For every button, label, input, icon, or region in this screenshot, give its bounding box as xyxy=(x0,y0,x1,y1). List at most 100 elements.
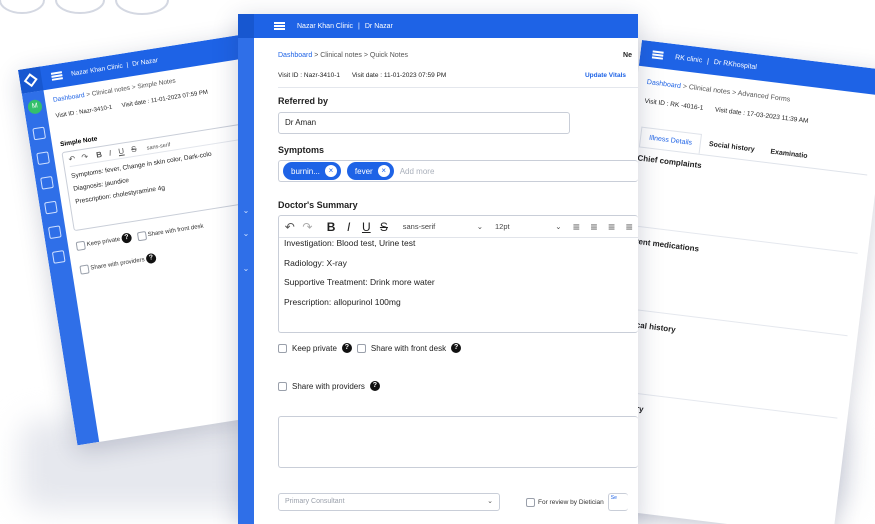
italic-button[interactable]: I xyxy=(340,220,358,234)
symptoms-input[interactable]: burnin... × fever × Add more xyxy=(278,160,638,182)
doctors-summary-label: Doctor's Summary xyxy=(278,200,358,210)
share-front-desk-label: Share with front desk xyxy=(147,223,204,239)
breadcrumb-clinical-notes[interactable]: Clinical notes xyxy=(91,85,130,98)
align-right-icon[interactable]: ≡ xyxy=(603,220,621,234)
select-field[interactable]: Se xyxy=(607,493,628,511)
chevron-down-icon: ⌄ xyxy=(476,222,484,231)
bold-button[interactable]: B xyxy=(95,150,102,160)
visit-date: Visit date : 17-03-2023 11:39 AM xyxy=(714,106,809,125)
review-dietician-checkbox[interactable] xyxy=(526,497,535,507)
font-select[interactable]: sans-serif xyxy=(146,142,170,152)
calendar-icon[interactable] xyxy=(36,151,50,166)
info-icon: ? xyxy=(341,343,352,353)
menu-icon[interactable] xyxy=(274,22,285,30)
keep-private-label: Keep private xyxy=(292,343,337,353)
chart-icon[interactable] xyxy=(47,225,62,240)
breadcrumb-current: Quick Notes xyxy=(369,52,409,59)
clinic-name: RK clinic xyxy=(674,53,703,64)
visit-date: Visit date : 11-01-2023 07:59 PM xyxy=(351,72,447,79)
breadcrumb-clinical-notes[interactable]: Clinical notes xyxy=(320,52,362,59)
underline-button[interactable]: U xyxy=(358,220,376,234)
phone-icon[interactable] xyxy=(51,250,66,264)
additional-notes-textarea[interactable] xyxy=(278,416,638,468)
review-dietician-label: For review by Dietician xyxy=(538,498,604,506)
document-icon[interactable] xyxy=(40,175,54,190)
collapsed-sidebar: ⌄ ⌄ ⌄ xyxy=(238,38,254,524)
tab-examination[interactable]: Examinatio xyxy=(761,142,816,168)
breadcrumb-dashboard[interactable]: Dashboard xyxy=(646,79,681,90)
share-front-desk-checkbox[interactable] xyxy=(356,343,366,353)
chevron-down-icon: ⌄ xyxy=(487,498,493,505)
underline-button[interactable]: U xyxy=(118,146,125,156)
menu-icon[interactable] xyxy=(651,50,664,60)
visit-id: Visit ID : Nazr-3410-1 xyxy=(55,104,113,120)
bold-button[interactable]: B xyxy=(322,220,340,234)
referred-by-input[interactable]: Dr Aman xyxy=(278,112,570,134)
visit-id: Visit ID : Nazr-3410-1 xyxy=(278,72,341,79)
chevron-down-icon: ⌄ xyxy=(555,222,562,231)
share-providers-label: Share with providers xyxy=(292,381,365,391)
menu-icon[interactable] xyxy=(50,71,63,81)
symptom-chip[interactable]: fever × xyxy=(346,162,394,180)
font-size-select[interactable]: 12pt ⌄ xyxy=(495,222,562,231)
avatar[interactable]: M xyxy=(26,98,43,115)
share-providers-label: Share with providers xyxy=(90,257,146,272)
keep-private-checkbox[interactable] xyxy=(75,240,86,251)
symptoms-label: Symptoms xyxy=(278,145,325,155)
doctors-summary-editor[interactable]: ↶ ↷ B I U S sans-serif ⌄ 12pt ⌄ ≡ ≡ ≡ ≡ In… xyxy=(278,215,638,333)
doctor-name: Dr Nazar xyxy=(131,56,159,68)
tab-social-history[interactable]: Social history xyxy=(700,134,764,161)
align-justify-icon[interactable]: ≡ xyxy=(620,220,638,234)
primary-consultant-select[interactable]: Primary Consultant ⌄ xyxy=(278,493,500,511)
redo-icon[interactable]: ↷ xyxy=(81,152,89,162)
update-vitals-button[interactable]: Update Vitals xyxy=(585,72,626,79)
chevron-down-icon[interactable]: ⌄ xyxy=(238,229,254,238)
decorative-shapes xyxy=(0,0,169,15)
align-center-icon[interactable]: ≡ xyxy=(585,220,603,234)
breadcrumb-dashboard[interactable]: Dashboard xyxy=(53,92,86,104)
undo-icon[interactable]: ↶ xyxy=(68,154,76,164)
summary-line: Prescription: allopurinol 100mg xyxy=(284,296,401,307)
keep-private-label: Keep private xyxy=(86,236,121,248)
align-left-icon[interactable]: ≡ xyxy=(568,220,586,234)
redo-icon[interactable]: ↷ xyxy=(299,220,317,234)
summary-line: Radiology: X-ray xyxy=(284,257,347,268)
summary-content[interactable]: Investigation: Blood test, Urine test Ra… xyxy=(279,234,638,312)
share-providers-checkbox[interactable] xyxy=(278,381,287,391)
chevron-down-icon[interactable]: ⌄ xyxy=(238,206,254,215)
font-family-select[interactable]: sans-serif ⌄ xyxy=(403,222,483,231)
undo-icon[interactable]: ↶ xyxy=(281,220,299,234)
breadcrumb-clinical-notes[interactable]: Clinical notes xyxy=(688,84,730,96)
screenshot-stage: Nazar Khan Clinic | Dr Nazar M Dashboard… xyxy=(0,0,875,524)
visit-id: Visit ID : RK -4016-1 xyxy=(644,97,704,112)
strikethrough-button[interactable]: S xyxy=(131,144,138,154)
remove-chip-icon[interactable]: × xyxy=(377,165,390,177)
remove-chip-icon[interactable]: × xyxy=(324,165,337,177)
breadcrumb: Dashboard > Clinical notes > Quick Notes… xyxy=(278,52,632,59)
tab-illness-details[interactable]: Illness Details xyxy=(639,126,703,154)
italic-button[interactable]: I xyxy=(108,148,112,157)
summary-line: Supportive Treatment: Drink more water xyxy=(284,277,435,287)
share-front-desk-label: Share with front desk xyxy=(370,343,447,353)
breadcrumb-dashboard[interactable]: Dashboard xyxy=(278,52,312,59)
strikethrough-button[interactable]: S xyxy=(375,220,393,234)
alert-icon[interactable] xyxy=(44,200,58,215)
breadcrumb-current: Simple Notes xyxy=(136,77,177,91)
clinic-name: Nazar Khan Clinic xyxy=(297,22,354,30)
summary-line: Investigation: Blood test, Urine test xyxy=(284,238,416,248)
chevron-down-icon[interactable]: ⌄ xyxy=(238,264,254,273)
share-providers-checkbox[interactable] xyxy=(79,263,90,275)
doctor-name: Dr Nazar xyxy=(364,22,393,30)
users-icon[interactable] xyxy=(32,126,47,141)
share-front-desk-checkbox[interactable] xyxy=(136,230,147,241)
info-icon: ? xyxy=(145,252,157,265)
symptom-chip[interactable]: burnin... × xyxy=(283,162,341,180)
center-card-quick-notes: Nazar Khan Clinic | Dr Nazar ⌄ ⌄ ⌄ Dashb… xyxy=(238,14,638,524)
app-logo-icon xyxy=(18,66,44,94)
add-more-placeholder[interactable]: Add more xyxy=(400,167,435,176)
keep-private-checkbox[interactable] xyxy=(278,343,287,353)
info-icon: ? xyxy=(120,232,133,244)
clinic-name: Nazar Khan Clinic xyxy=(70,62,124,78)
doctor-name: Dr RKhospital xyxy=(713,58,758,71)
new-button[interactable]: Ne xyxy=(623,52,632,59)
